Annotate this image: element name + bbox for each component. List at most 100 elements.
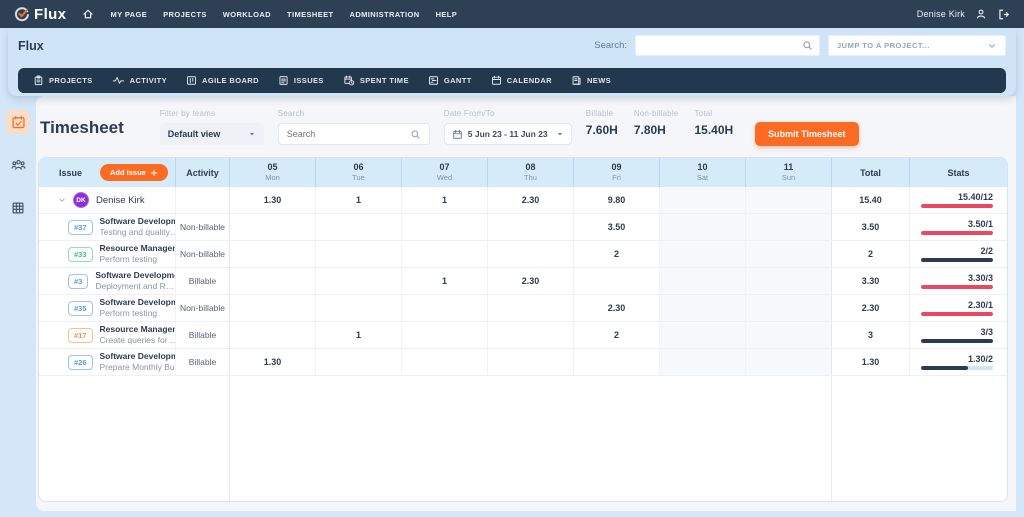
nonbillable-value: 7.80H [634,123,679,137]
issue-id-badge[interactable]: #35 [68,301,93,316]
issue-id-badge[interactable]: #3 [68,274,88,289]
time-cell[interactable] [488,295,574,321]
time-cell[interactable] [402,214,488,240]
time-cell[interactable] [660,268,746,294]
time-cell[interactable] [660,349,746,375]
nav-item-projects[interactable]: PROJECTS [163,10,207,19]
nav-item-administration[interactable]: ADMINISTRATION [350,10,420,19]
home-icon[interactable] [82,8,94,20]
tab-news[interactable]: NEWS [571,75,611,86]
time-cell[interactable] [746,322,832,348]
issue-cell[interactable]: #17 Resource Management Create queries f… [39,322,176,348]
jump-to-project-dropdown[interactable]: JUMP TO A PROJECT... [828,35,1006,56]
total-value: 15.40H [694,123,733,137]
global-search-box[interactable] [635,35,820,56]
time-cell[interactable] [488,241,574,267]
time-cell[interactable] [488,349,574,375]
time-cell[interactable] [402,322,488,348]
time-cell[interactable]: 1 [402,187,488,213]
global-search-input[interactable] [642,36,802,55]
time-cell[interactable] [402,241,488,267]
time-cell[interactable] [230,241,316,267]
collapse-chevron-icon[interactable] [58,196,66,204]
logout-icon[interactable] [997,8,1010,21]
time-cell[interactable] [746,295,832,321]
submit-timesheet-button[interactable]: Submit Timesheet [755,122,858,146]
time-cell[interactable]: 1 [316,187,402,213]
time-cell[interactable] [746,241,832,267]
time-cell[interactable] [230,268,316,294]
user-profile-icon[interactable] [975,8,987,20]
time-cell[interactable] [660,295,746,321]
time-cell[interactable]: 3.50 [574,214,660,240]
time-cell[interactable] [316,295,402,321]
stats-cell: 1.30/2 [910,349,1007,375]
issue-id-badge[interactable]: #37 [68,220,93,235]
time-cell[interactable] [488,214,574,240]
issue-cell[interactable]: #3 Software Development Deployment and R… [39,268,176,294]
time-cell[interactable] [402,295,488,321]
tab-spent-time[interactable]: SPENT TIME [343,75,409,86]
date-range-picker[interactable]: 5 Jun 23 - 11 Jun 23 [444,123,572,145]
time-cell[interactable] [660,322,746,348]
rail-item-worklog-grid[interactable] [6,196,30,220]
issue-id-badge[interactable]: #33 [68,247,93,262]
issue-cell[interactable]: #35 Software Development Perform testing [39,295,176,321]
time-cell[interactable]: 1 [316,322,402,348]
add-issue-button[interactable]: Add Issue [100,164,168,181]
tab-agile-board[interactable]: AGILE BOARD [186,75,259,86]
time-cell[interactable] [574,349,660,375]
calendar-icon [452,129,463,140]
team-filter-select[interactable]: Default view [160,123,264,145]
time-cell[interactable]: 1.30 [230,187,316,213]
stats-label: 15.40/12 [958,192,993,202]
issue-id-badge[interactable]: #26 [68,355,93,370]
flux-logo[interactable]: Flux [14,6,66,23]
nav-item-timesheet[interactable]: TIMESHEET [287,10,334,19]
time-cell[interactable]: 2 [574,241,660,267]
time-cell[interactable] [574,268,660,294]
tab-calendar[interactable]: CALENDAR [491,75,552,86]
time-cell[interactable] [230,295,316,321]
time-cell[interactable]: 2 [574,322,660,348]
time-cell[interactable] [746,214,832,240]
time-cell[interactable] [230,214,316,240]
time-cell[interactable] [488,322,574,348]
nav-item-workload[interactable]: WORKLOAD [223,10,271,19]
time-cell[interactable]: 1.30 [230,349,316,375]
time-cell[interactable]: 2.30 [488,187,574,213]
tab-activity[interactable]: ACTIVITY [112,75,167,86]
time-cell[interactable] [746,268,832,294]
tab-projects[interactable]: PROJECTS [33,75,93,86]
nav-item-my-page[interactable]: MY PAGE [110,10,147,19]
tab-issues[interactable]: ISSUES [278,75,324,86]
issue-cell[interactable]: #26 Software Development Prepare Monthly… [39,349,176,375]
time-cell[interactable]: 2.30 [488,268,574,294]
time-cell[interactable] [660,214,746,240]
time-cell[interactable] [316,268,402,294]
person-cell[interactable]: DK Denise Kirk [39,187,176,213]
time-cell[interactable] [316,349,402,375]
time-cell[interactable] [230,322,316,348]
issue-cell[interactable]: #37 Software Development Testing and qua… [39,214,176,240]
issue-cell[interactable]: #33 Resource Management Perform testing [39,241,176,267]
time-cell[interactable] [316,241,402,267]
nav-item-help[interactable]: HELP [436,10,458,19]
search-filter-input[interactable] [287,129,410,139]
time-cell[interactable]: 1 [402,268,488,294]
time-cell[interactable] [402,349,488,375]
time-cell[interactable] [746,349,832,375]
time-cell[interactable]: 9.80 [574,187,660,213]
time-cell[interactable]: 2.30 [574,295,660,321]
tab-gantt[interactable]: GANTT [428,75,472,86]
rail-item-teams[interactable] [6,153,30,177]
rail-item-timesheet[interactable] [6,110,30,134]
time-cell[interactable] [660,187,746,213]
total-cell: 15.40 [832,187,910,213]
time-cell[interactable] [316,214,402,240]
time-cell[interactable] [746,187,832,213]
time-cell[interactable] [660,241,746,267]
issue-row-37: #37 Software Development Testing and qua… [39,214,1007,241]
issue-id-badge[interactable]: #17 [68,328,93,343]
search-filter-box[interactable] [278,123,430,145]
